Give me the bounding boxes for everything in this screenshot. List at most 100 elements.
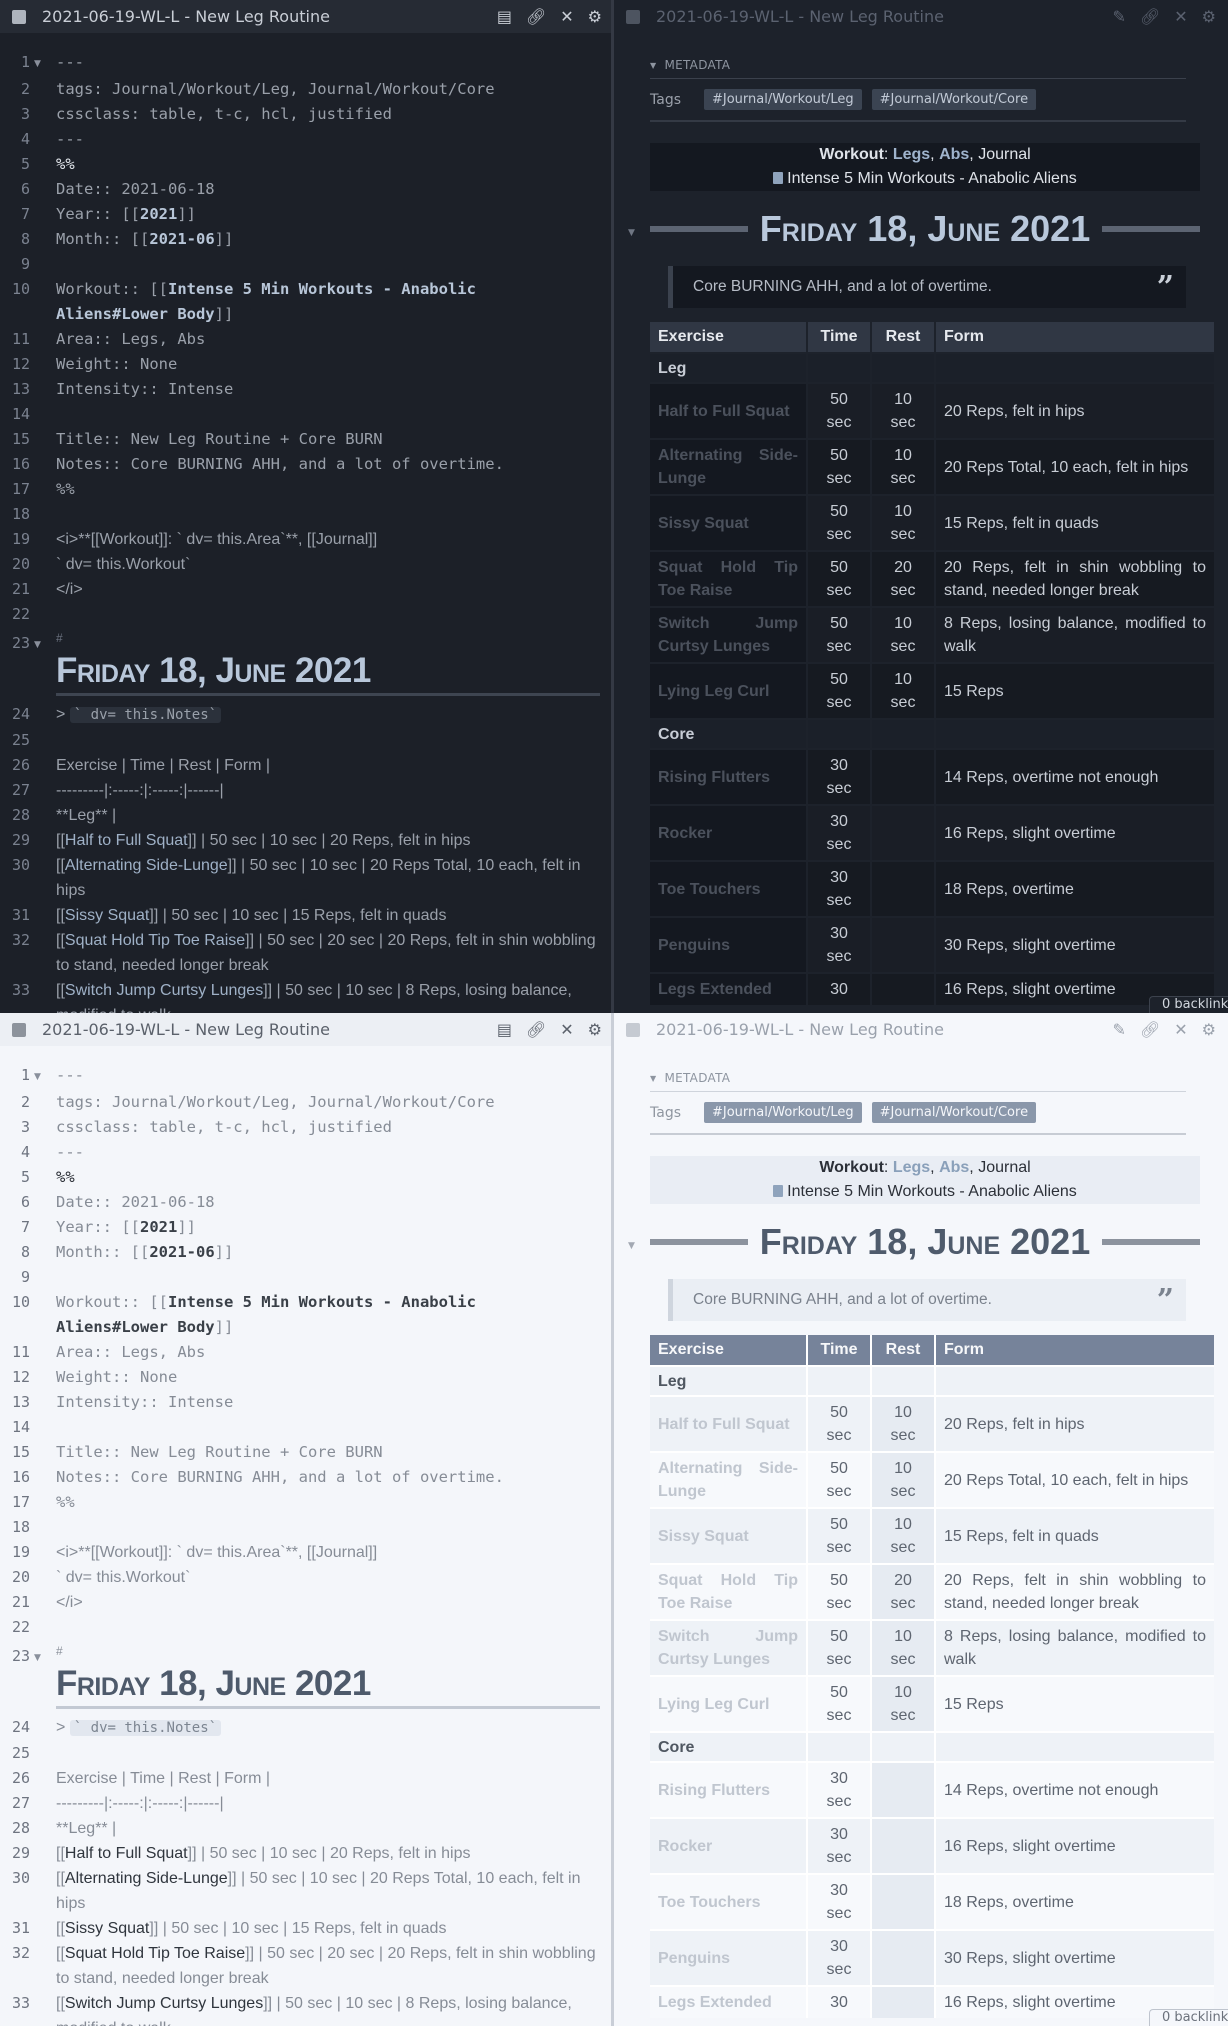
preview-mode-icon[interactable]: ▤ xyxy=(497,1020,512,1039)
fold-arrow-icon[interactable]: ▼ xyxy=(628,1241,635,1251)
exercise-link[interactable]: Alternating Side-Lunge xyxy=(650,1451,807,1508)
exercise-link[interactable]: Squat Hold Tip Toe Raise xyxy=(65,932,245,949)
settings-icon[interactable]: ⚙ xyxy=(1202,7,1216,26)
source-editor-pane[interactable]: 2021-06-19-WL-L - New Leg Routine ▤ 🔗︎ ✕… xyxy=(0,0,614,1013)
journal-link[interactable]: Journal xyxy=(978,1159,1030,1176)
exercise-link[interactable]: Alternating Side-Lunge xyxy=(65,1870,228,1887)
line-number: 22 xyxy=(11,1618,30,1636)
backlinks-toggle[interactable]: 0 backlinks xyxy=(1149,996,1228,1013)
fold-arrow-icon[interactable]: ▼ xyxy=(30,50,56,77)
year-link[interactable]: 2021 xyxy=(140,1218,177,1236)
metadata-section: ▼ METADATA Tags #Journal/Workout/Leg #Jou… xyxy=(650,58,1186,122)
source-heading: Friday 18, June 2021 xyxy=(56,645,600,696)
rest-cell: 10 sec xyxy=(870,382,935,439)
fold-arrow-icon[interactable]: ▼ xyxy=(628,228,635,238)
settings-icon[interactable]: ⚙ xyxy=(1202,1020,1216,1039)
area-link-abs[interactable]: Abs xyxy=(939,146,969,163)
exercise-link[interactable]: Half to Full Squat xyxy=(650,382,807,439)
exercise-link[interactable]: Lying Leg Curl xyxy=(650,1675,807,1732)
area-link-legs[interactable]: Legs xyxy=(893,1159,930,1176)
exercise-link[interactable]: Rocker xyxy=(650,1817,807,1874)
area-link-legs[interactable]: Legs xyxy=(893,146,930,163)
exercise-link[interactable]: Squat Hold Tip Toe Raise xyxy=(650,550,807,607)
exercise-link[interactable]: Squat Hold Tip Toe Raise xyxy=(650,1563,807,1620)
workout-source-link[interactable]: Intense 5 Min Workouts - Anabolic Aliens xyxy=(787,170,1077,187)
rest-cell: 10 sec xyxy=(870,662,935,719)
tag-pill[interactable]: #Journal/Workout/Core xyxy=(871,89,1037,110)
exercise-link[interactable]: Sissy Squat xyxy=(650,1507,807,1564)
form-cell: 20 Reps Total, 10 each, felt in hips xyxy=(934,1451,1214,1508)
exercise-link[interactable]: Legs Extended xyxy=(650,972,807,1005)
fold-arrow-icon[interactable]: ▼ xyxy=(30,1063,56,1090)
exercise-link[interactable]: Penguins xyxy=(650,916,807,973)
exercise-link[interactable]: Rocker xyxy=(650,804,807,861)
exercise-link[interactable]: Switch Jump Curtsy Lunges xyxy=(650,606,807,663)
fold-arrow-icon[interactable]: ▼ xyxy=(30,1644,56,1671)
source-lines[interactable]: 1 ▼ --- 2 tags: Journal/Workout/Leg, Journa… xyxy=(0,50,600,1013)
exercise-link[interactable]: Switch Jump Curtsy Lunges xyxy=(65,1995,263,2012)
exercise-link[interactable]: Rising Flutters xyxy=(650,748,807,805)
workout-label[interactable]: Workout xyxy=(819,146,884,163)
exercise-link[interactable]: Sissy Squat xyxy=(65,1920,149,1937)
link-icon[interactable]: 🔗︎ xyxy=(1140,1020,1160,1039)
month-link[interactable]: 2021-06 xyxy=(149,230,214,248)
collapse-arrow-icon[interactable]: ▼ xyxy=(650,1074,656,1083)
exercise-link[interactable]: Squat Hold Tip Toe Raise xyxy=(65,1945,245,1962)
table-header-line: Exercise | Time | Rest | Form | xyxy=(56,1770,270,1787)
preview-pane[interactable]: 2021-06-19-WL-L - New Leg Routine ✎ 🔗︎ ✕… xyxy=(614,0,1228,1013)
backlinks-toggle[interactable]: 0 backlinks xyxy=(1149,2009,1228,2026)
exercise-link[interactable]: Half to Full Squat xyxy=(65,1845,188,1862)
workout-link-anchor[interactable]: Aliens#Lower Body xyxy=(56,1318,215,1336)
collapse-arrow-icon[interactable]: ▼ xyxy=(650,61,656,70)
workout-link[interactable]: Intense 5 Min Workouts - Anabolic xyxy=(168,1293,476,1311)
edit-pencil-icon[interactable]: ✎ xyxy=(1113,7,1126,26)
table-row: Sissy Squat 50 sec 10 sec 15 Reps, felt in … xyxy=(650,494,1214,551)
line-number: 19 xyxy=(11,530,30,548)
close-icon[interactable]: ✕ xyxy=(1174,7,1187,26)
exercise-link[interactable]: Switch Jump Curtsy Lunges xyxy=(650,1619,807,1676)
exercise-link[interactable]: Toe Touchers xyxy=(650,860,807,917)
preview-mode-icon[interactable]: ▤ xyxy=(497,7,512,26)
source-editor-pane[interactable]: 2021-06-19-WL-L - New Leg Routine ▤ 🔗︎ ✕… xyxy=(0,1013,614,2026)
preview-pane[interactable]: 2021-06-19-WL-L - New Leg Routine ✎ 🔗︎ ✕… xyxy=(614,1013,1228,2026)
exercise-link[interactable]: Alternating Side-Lunge xyxy=(65,857,228,874)
area-line: Area:: Legs, Abs xyxy=(56,1343,206,1361)
table-row: Switch Jump Curtsy Lunges 50 sec 10 sec 8 R… xyxy=(650,1619,1214,1676)
exercise-link[interactable]: Sissy Squat xyxy=(65,907,149,924)
table-separator-line: ---------|:-----:|:-----:|------| xyxy=(56,782,224,799)
exercise-link[interactable]: Rising Flutters xyxy=(650,1761,807,1818)
tag-pill[interactable]: #Journal/Workout/Leg xyxy=(704,1102,862,1123)
workout-label[interactable]: Workout xyxy=(819,1159,884,1176)
workout-source-link[interactable]: Intense 5 Min Workouts - Anabolic Aliens xyxy=(787,1183,1077,1200)
workout-link[interactable]: Intense 5 Min Workouts - Anabolic xyxy=(168,280,476,298)
exercise-link[interactable]: Half to Full Squat xyxy=(65,832,188,849)
journal-link[interactable]: Journal xyxy=(978,146,1030,163)
close-icon[interactable]: ✕ xyxy=(560,7,573,26)
exercise-link[interactable]: Toe Touchers xyxy=(650,1873,807,1930)
source-lines[interactable]: 1 ▼ --- 2 tags: Journal/Workout/Leg, Journa… xyxy=(0,1063,600,2026)
close-icon[interactable]: ✕ xyxy=(560,1020,573,1039)
exercise-link[interactable]: Switch Jump Curtsy Lunges xyxy=(65,982,263,999)
time-cell: 50 sec xyxy=(806,550,871,607)
year-link[interactable]: 2021 xyxy=(140,205,177,223)
tag-pill[interactable]: #Journal/Workout/Leg xyxy=(704,89,862,110)
tag-pill[interactable]: #Journal/Workout/Core xyxy=(871,1102,1037,1123)
settings-icon[interactable]: ⚙ xyxy=(588,1020,602,1039)
month-link[interactable]: 2021-06 xyxy=(149,1243,214,1261)
close-icon[interactable]: ✕ xyxy=(1174,1020,1187,1039)
exercise-link[interactable]: Legs Extended xyxy=(650,1985,807,2018)
area-link-abs[interactable]: Abs xyxy=(939,1159,969,1176)
fold-arrow-icon[interactable]: ▼ xyxy=(30,631,56,658)
exercise-link[interactable]: Alternating Side-Lunge xyxy=(650,438,807,495)
exercise-link[interactable]: Penguins xyxy=(650,1929,807,1986)
exercise-link[interactable]: Half to Full Squat xyxy=(650,1395,807,1452)
edit-pencil-icon[interactable]: ✎ xyxy=(1113,1020,1126,1039)
exercise-link[interactable]: Lying Leg Curl xyxy=(650,662,807,719)
workout-link-anchor[interactable]: Aliens#Lower Body xyxy=(56,305,215,323)
link-icon[interactable]: 🔗︎ xyxy=(526,1020,546,1039)
link-icon[interactable]: 🔗︎ xyxy=(526,7,546,26)
exercise-link[interactable]: Sissy Squat xyxy=(650,494,807,551)
settings-icon[interactable]: ⚙ xyxy=(588,7,602,26)
link-icon[interactable]: 🔗︎ xyxy=(1140,7,1160,26)
light-source-quadrant: 2021-06-19-WL-L - New Leg Routine ▤ 🔗︎ ✕… xyxy=(0,1013,614,2026)
